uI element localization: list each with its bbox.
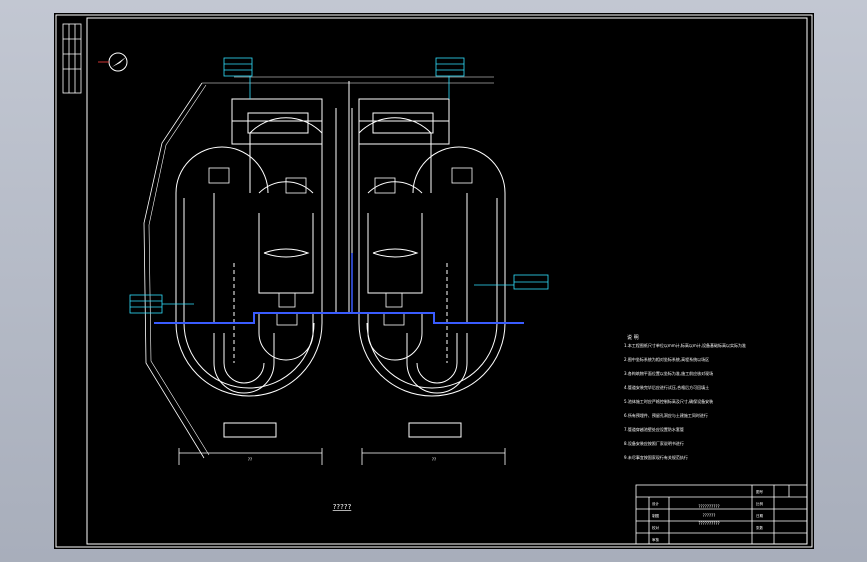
notes-heading: 说 明 bbox=[627, 334, 639, 341]
svg-text:4.管道安装完毕后应进行试压,合格后方可回填土: 4.管道安装完毕后应进行试压,合格后方可回填土 bbox=[624, 384, 709, 390]
dimension-lines bbox=[178, 448, 506, 465]
tank-group-right bbox=[351, 98, 506, 438]
revision-table bbox=[62, 23, 82, 94]
svg-text:张数: 张数 bbox=[756, 525, 764, 530]
general-notes: 说 明 1.本工程图纸尺寸单位以mm计,标高以m计,设备基础标高以实际为准 2.… bbox=[624, 334, 746, 460]
svg-text:9.未尽事宜按国家现行有关规范执行: 9.未尽事宜按国家现行有关规范执行 bbox=[624, 454, 688, 460]
svg-text:制图: 制图 bbox=[652, 513, 660, 518]
svg-text:审核: 审核 bbox=[652, 537, 660, 542]
cad-application-window: ?? ?? ????? 说 明 1.本工程图纸尺寸单位以mm计,标高以m计,设备… bbox=[0, 0, 867, 562]
tank-group-left bbox=[175, 81, 350, 438]
svg-text:7.管道穿越池壁处应设置防水套管: 7.管道穿越池壁处应设置防水套管 bbox=[624, 426, 684, 432]
site-boundary bbox=[143, 82, 205, 459]
dimension-right: ?? bbox=[432, 457, 436, 462]
svg-text:日期: 日期 bbox=[756, 513, 764, 518]
drawing-canvas[interactable]: ?? ?? ????? 说 明 1.本工程图纸尺寸单位以mm计,标高以m计,设备… bbox=[54, 13, 814, 549]
svg-text:设计: 设计 bbox=[652, 501, 660, 506]
dimension-left: ?? bbox=[248, 457, 252, 462]
pipeline-blue bbox=[154, 312, 524, 324]
title-block bbox=[635, 484, 808, 545]
north-arrow-icon bbox=[98, 52, 128, 72]
title-drawing-name: ?????? bbox=[703, 513, 716, 518]
drawing-viewport[interactable]: ?? ?? ????? 说 明 1.本工程图纸尺寸单位以mm计,标高以m计,设备… bbox=[54, 13, 814, 549]
outer-frame bbox=[55, 14, 813, 548]
drawing-caption: ????? bbox=[333, 503, 352, 511]
svg-text:3.各构筑物平面位置以坐标为准,施工前应核对现场: 3.各构筑物平面位置以坐标为准,施工前应核对现场 bbox=[624, 370, 713, 376]
svg-text:校对: 校对 bbox=[652, 525, 660, 530]
svg-text:6.所有预埋件、预留孔洞应与土建施工同时进行: 6.所有预埋件、预留孔洞应与土建施工同时进行 bbox=[624, 412, 708, 418]
title-project: ?????????? bbox=[698, 504, 719, 509]
svg-text:5.池体施工时应严格控制标高及尺寸,确保设备安装: 5.池体施工时应严格控制标高及尺寸,确保设备安装 bbox=[624, 398, 713, 404]
svg-text:比例: 比例 bbox=[756, 501, 764, 506]
svg-text:图号: 图号 bbox=[756, 489, 764, 494]
title-drawing-no: ?????????? bbox=[698, 521, 719, 526]
svg-text:8.设备安装应按照厂家说明书进行: 8.设备安装应按照厂家说明书进行 bbox=[624, 440, 684, 446]
svg-text:2.图中坐标系统为相对坐标系统,高程系统以场区: 2.图中坐标系统为相对坐标系统,高程系统以场区 bbox=[624, 356, 709, 362]
svg-text:1.本工程图纸尺寸单位以mm计,标高以m计,设备基础标高以实: 1.本工程图纸尺寸单位以mm计,标高以m计,设备基础标高以实际为准 bbox=[624, 342, 746, 348]
